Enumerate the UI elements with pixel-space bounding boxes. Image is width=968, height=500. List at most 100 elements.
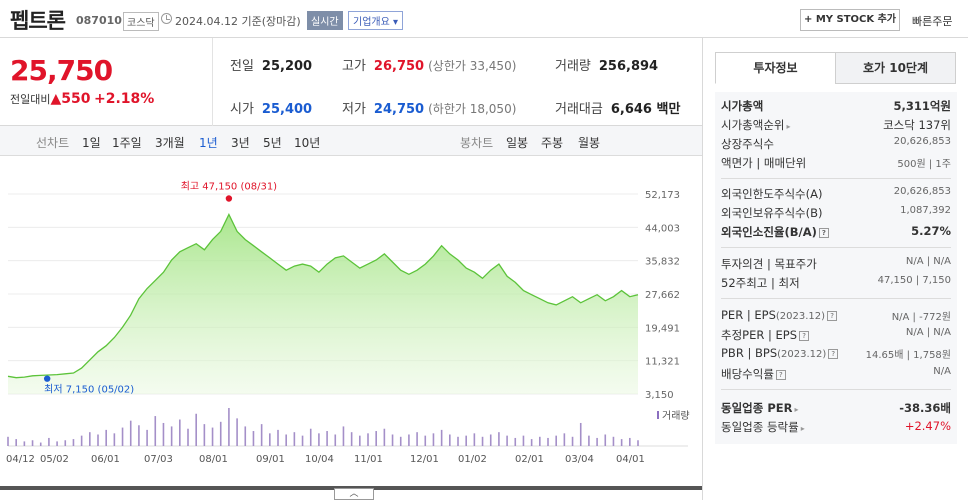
volume-legend-swatch	[657, 411, 659, 419]
volume-bar	[228, 408, 230, 446]
shares-label: 상장주식수	[721, 137, 774, 151]
volume-bar	[530, 439, 533, 446]
volume-bar	[563, 433, 566, 446]
investment-info-list: 시가총액 5,311억원 시가총액순위 ▸ 코스닥 137위 상장주식수 20,626,…	[715, 92, 957, 444]
y-tick-label: 35,832	[645, 257, 680, 268]
volume-bar	[359, 435, 361, 446]
tab-3m[interactable]: 3개월	[155, 134, 185, 151]
volume-legend-label: 거래량	[662, 410, 690, 422]
volume-bar	[244, 426, 247, 446]
change-label: 전일대비	[10, 93, 51, 106]
amount-label: 거래대금	[555, 102, 603, 117]
market-cap-label: 시가총액	[721, 99, 764, 113]
prev-close: 전일 25,200	[230, 55, 312, 74]
add-my-stock-button[interactable]: + MY STOCK 추가	[800, 9, 900, 31]
chevron-down-icon: ▾	[393, 17, 399, 28]
price-chart-svg: 52,173 44,003 35,832 27,662 19,491 11,321 3,15…	[6, 180, 690, 465]
stock-name: 펩트론	[10, 9, 66, 33]
help-icon[interactable]: ?	[799, 330, 810, 341]
tab-daily[interactable]: 일봉	[506, 134, 528, 151]
max-label: 최고 47,150 (08/31)	[181, 180, 277, 192]
tab-1w[interactable]: 1주일	[112, 134, 142, 151]
stock-code: 087010	[76, 14, 122, 27]
volume-bar	[457, 436, 459, 446]
foreign-limit-label: 외국인한도주식수(A)	[721, 187, 823, 201]
current-price: 25,750	[10, 54, 113, 87]
volume-bar	[301, 435, 304, 446]
chevron-up-icon: ︿	[349, 489, 359, 499]
help-icon[interactable]: ?	[818, 227, 829, 238]
foreign-rate-label: 외국인소진율(B/A)	[721, 225, 817, 239]
tab-1y[interactable]: 1년	[199, 134, 218, 151]
tab-order-book[interactable]: 호가 10단계	[835, 52, 956, 84]
chevron-right-icon[interactable]: ▸	[794, 405, 798, 414]
help-icon[interactable]: ?	[828, 348, 839, 359]
volume-bar	[571, 436, 574, 446]
foreign-rate-value: 5.27%	[911, 224, 951, 238]
volume-bar	[465, 435, 467, 446]
volume-bar	[146, 429, 148, 446]
tab-monthly[interactable]: 월봉	[578, 134, 600, 151]
volume-bar	[481, 436, 484, 446]
candle-chart-label: 봉차트	[460, 136, 494, 150]
volume-bar	[604, 434, 607, 446]
quick-order-link[interactable]: 빠른주문	[912, 13, 952, 29]
help-icon[interactable]: ?	[775, 369, 786, 380]
volume-bar	[179, 419, 181, 446]
tab-5y[interactable]: 5년	[263, 134, 282, 151]
volume-bar	[89, 432, 91, 446]
x-tick-label: 03/04	[565, 454, 594, 465]
collapse-chart-button[interactable]: ︿	[334, 488, 374, 500]
low-price: 저가 24,750 (하한가 18,050)	[342, 98, 516, 117]
volume-bar	[383, 428, 386, 446]
volume-bar	[416, 432, 418, 446]
tab-investment-info[interactable]: 투자정보	[715, 52, 836, 84]
volume-bar	[285, 434, 287, 446]
foreign-hold-value: 1,087,392	[900, 205, 951, 216]
dividend-label: 배당수익률	[721, 367, 774, 381]
volume-bar	[449, 434, 451, 446]
pbr-value: 14.65배 | 1,758원	[865, 350, 951, 361]
open-price: 시가 25,400	[230, 98, 312, 117]
volume-bar	[637, 440, 639, 446]
volume-bar	[539, 436, 541, 446]
volume-bar	[506, 435, 508, 446]
opinion-label: 투자의견 | 목표주가	[721, 257, 817, 271]
volume-bar	[408, 434, 410, 446]
volume-bar	[105, 429, 107, 446]
volume-bar	[129, 420, 132, 446]
x-tick-label: 05/02	[40, 454, 69, 465]
volume-bar	[269, 433, 271, 446]
low-value: 24,750	[373, 102, 425, 117]
y-tick-label: 27,662	[645, 290, 680, 301]
chevron-right-icon[interactable]: ▸	[801, 424, 805, 433]
realtime-button[interactable]: 실시간	[307, 11, 343, 30]
tab-3y[interactable]: 3년	[231, 134, 250, 151]
y-tick-label: 3,150	[645, 390, 674, 401]
volume-bar	[326, 431, 328, 446]
high-label: 고가	[342, 59, 366, 74]
upper-limit: (상한가 33,450)	[428, 59, 517, 73]
volume-bar	[138, 425, 140, 446]
tab-10y[interactable]: 10년	[294, 134, 320, 151]
tab-weekly[interactable]: 주봉	[541, 134, 563, 151]
volume-bar	[440, 429, 443, 446]
x-tick-label: 01/02	[458, 454, 487, 465]
volume-bar	[555, 435, 557, 446]
volume-bar	[350, 432, 353, 446]
change-value: 550	[61, 91, 91, 107]
x-tick-label: 10/04	[305, 454, 334, 465]
est-per-value: N/A | N/A	[905, 327, 951, 338]
par-label: 액면가 | 매매단위	[721, 156, 807, 170]
pbr-label: PBR | BPS	[721, 346, 778, 360]
x-tick-label: 04/12	[6, 454, 35, 465]
divider	[212, 38, 213, 126]
company-overview-button[interactable]: 기업개요 ▾	[348, 11, 404, 30]
help-icon[interactable]: ?	[827, 310, 838, 321]
volume-bar	[547, 437, 549, 446]
volume-bar	[236, 418, 238, 446]
tab-1d[interactable]: 1일	[82, 134, 101, 151]
volume-bar	[473, 433, 476, 446]
side-panel: 투자정보 호가 10단계 시가총액 5,311억원 시가총액순위 ▸ 코스닥 137위…	[702, 38, 968, 500]
chevron-right-icon[interactable]: ▸	[786, 122, 790, 131]
